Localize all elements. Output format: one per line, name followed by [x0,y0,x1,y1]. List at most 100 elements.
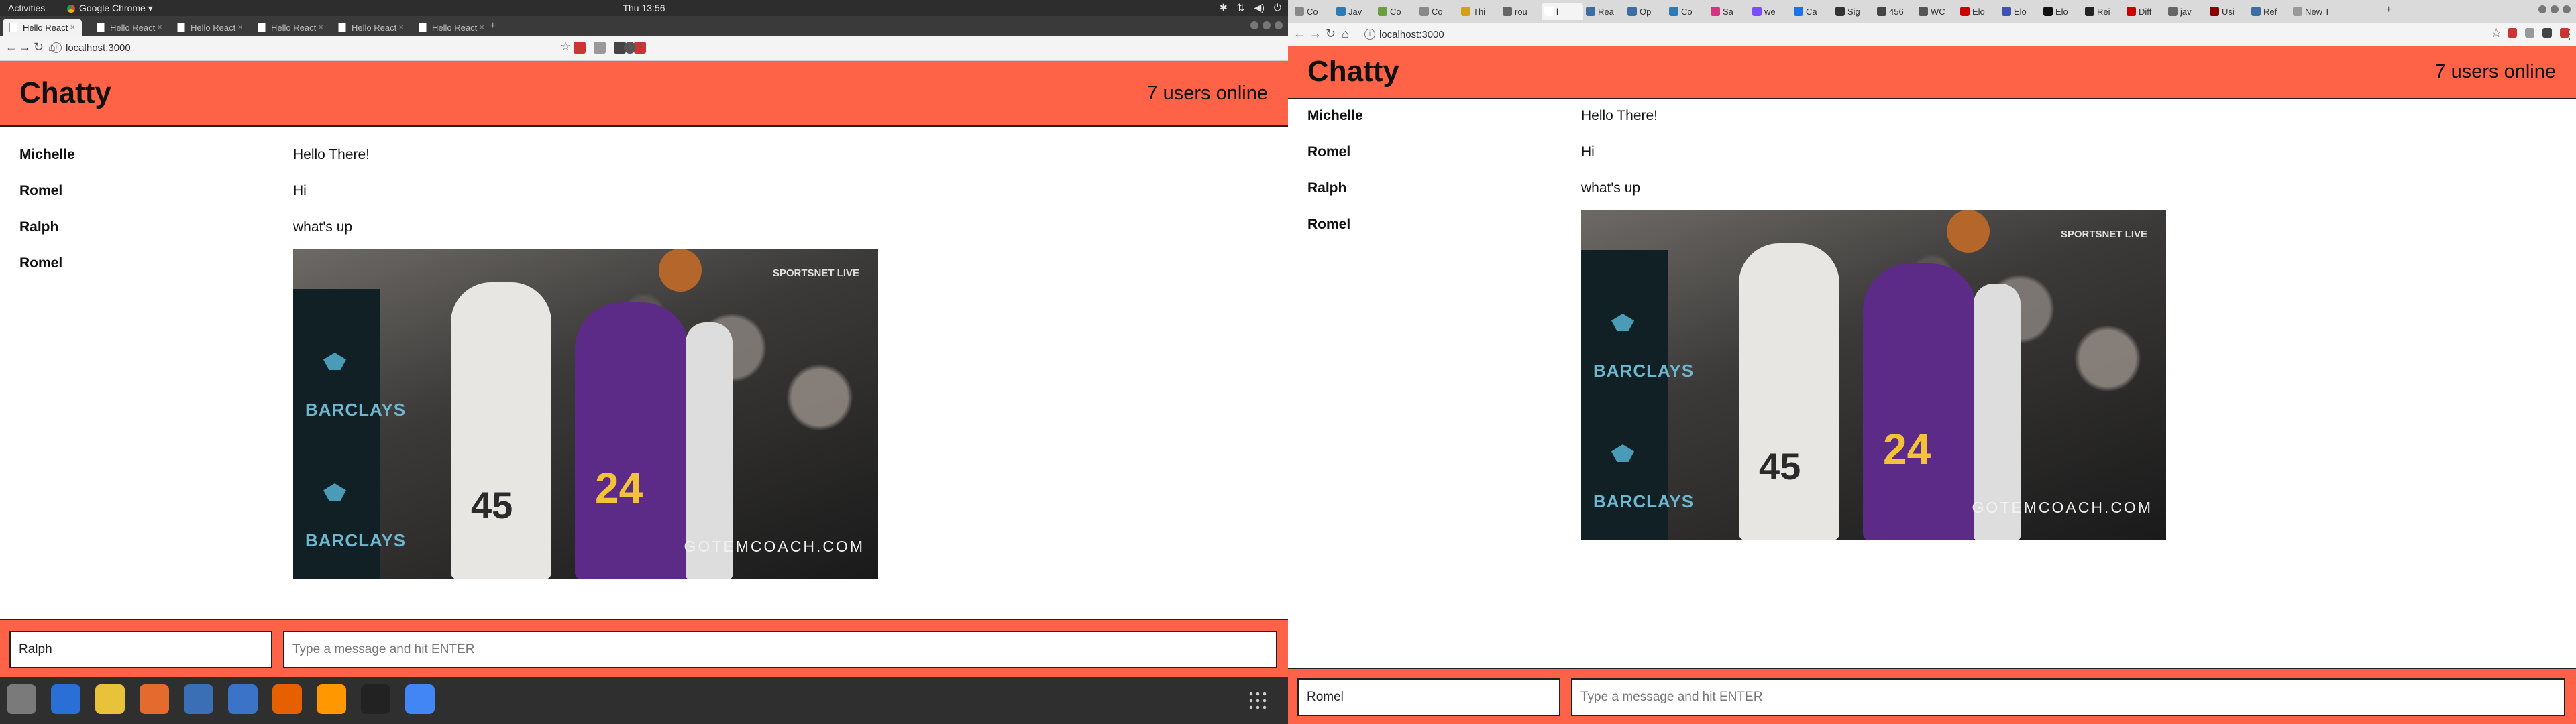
message-input[interactable] [283,630,1277,668]
pinned-tabs: Co Jav Co Co Thi rou l Rea Op Co Sa we Ca Sig 456 WC Elo… [1288,0,2332,23]
tab-label: we [1764,6,1776,17]
extension-icon[interactable] [2542,28,2552,38]
forward-button[interactable]: → [19,40,31,54]
app-grid-icon[interactable] [1248,690,1268,711]
ublock-icon[interactable] [574,42,586,54]
extension-icon[interactable] [2508,28,2517,38]
new-tab-button[interactable]: + [490,20,496,32]
chrome-menu-icon[interactable]: ⋮ [2563,25,2576,42]
maximize-button[interactable] [1263,21,1271,29]
brand[interactable]: Chatty [19,76,111,110]
terminal-icon[interactable] [361,684,390,714]
close-icon[interactable]: × [237,22,243,32]
address-bar[interactable]: i localhost:3000 [1355,26,2482,42]
browser-tab[interactable]: Co [1292,3,1334,20]
tab-favicon-icon [1835,7,1845,16]
bookmark-star-icon[interactable]: ☆ [560,40,571,54]
browser-tab[interactable]: l [1542,3,1583,20]
rhythmbox-icon[interactable] [95,684,125,714]
tab-label: Hello React [271,22,317,33]
help-icon[interactable] [228,684,258,714]
browser-tab[interactable]: jav [2165,3,2207,20]
minimize-button[interactable] [2538,5,2546,13]
chrome-dock-icon[interactable] [405,684,435,714]
browser-tab[interactable]: Co [1375,3,1417,20]
close-icon[interactable]: × [157,22,162,32]
brand[interactable]: Chatty [1307,55,1399,88]
network-icon: ⇅ [1236,2,1245,13]
reload-button[interactable]: ↻ [1326,27,1336,41]
browser-tab[interactable]: Ca [1791,3,1833,20]
close-icon[interactable]: × [318,22,323,32]
files-icon[interactable] [7,684,36,714]
close-icon[interactable]: × [70,22,75,32]
tab-favicon-icon [2002,7,2011,16]
libreoffice-icon[interactable] [184,684,213,714]
browser-tab[interactable]: Sa [1708,3,1750,20]
info-icon[interactable]: i [51,42,62,53]
browser-tab[interactable]: Ref [2249,3,2290,20]
minimize-button[interactable] [1250,21,1258,29]
tab-favicon-icon [1586,7,1595,16]
browser-tab[interactable]: Thi [1458,3,1500,20]
browser-tab[interactable]: Rei [2082,3,2124,20]
browser-tab[interactable]: Co [1666,3,1708,20]
browser-tab[interactable]: Op [1625,3,1666,20]
close-icon[interactable]: × [479,22,484,32]
browser-tab[interactable]: we [1750,3,1791,20]
browser-tab[interactable]: Usi [2207,3,2249,20]
message-content: Hi [1581,144,1595,160]
browser-tab[interactable]: Elo [1999,3,2041,20]
browser-tab[interactable]: rou [1500,3,1542,20]
home-button[interactable]: ⌂ [1342,27,1349,41]
tab-hello-react-1[interactable]: Hello React × [3,19,82,36]
tab-favicon-icon [1295,7,1304,16]
broadcaster-logo: SPORTSNET LIVE [772,267,859,279]
tab-label: Rea [1598,6,1614,17]
tab-hello-react-5[interactable]: Hello React × [331,19,411,36]
browser-tab[interactable]: WC [1916,3,1957,20]
software-icon[interactable] [140,684,169,714]
url-text: localhost:3000 [66,42,131,54]
sublime-icon[interactable] [317,684,346,714]
browser-tab[interactable]: New T [2290,3,2332,20]
tab-hello-react-3[interactable]: Hello React × [170,19,250,36]
browser-tab[interactable]: Jav [1334,3,1375,20]
tab-hello-react-6[interactable]: Hello React × [412,19,491,36]
browser-tab[interactable]: Sig [1833,3,1874,20]
chat-bar [0,619,1288,677]
clock[interactable]: Thu 13:56 [0,3,1288,13]
browser-tab[interactable]: Diff [2124,3,2165,20]
browser-tab[interactable]: 456 [1874,3,1916,20]
tab-strip: Hello React × Hello React × Hello React … [0,16,1288,37]
info-icon[interactable]: i [1364,29,1375,40]
extension-icon[interactable] [2525,28,2534,38]
browser-tab[interactable]: Co [1417,3,1458,20]
chrome-menu-icon[interactable]: ⋮ [634,39,647,56]
tab-hello-react-2[interactable]: Hello React × [90,19,169,36]
extension-icon[interactable] [594,42,606,54]
jersey-number: 24 [1883,425,1931,473]
forward-button[interactable]: → [1309,27,1322,41]
message-input[interactable] [1571,678,2565,716]
new-tab-button[interactable]: + [2385,4,2392,16]
system-tray[interactable]: ✱ ⇅ ◀) ⏻ [1220,2,1281,13]
close-window-button[interactable] [2563,5,2571,13]
player-purple: 24 [1863,263,1977,540]
back-button[interactable]: ← [1293,27,1305,41]
tab-hello-react-4[interactable]: Hello React × [251,19,330,36]
firefox-icon[interactable] [272,684,302,714]
maximize-button[interactable] [2551,5,2559,13]
browser-tab[interactable]: Rea [1583,3,1625,20]
username-input[interactable] [9,630,272,668]
close-window-button[interactable] [1275,21,1283,29]
tab-favicon-icon [2043,7,2053,16]
browser-tab[interactable]: Elo [2041,3,2082,20]
bookmark-star-icon[interactable]: ☆ [2491,26,2502,40]
username-input[interactable] [1297,678,1560,716]
browser-tab[interactable]: Elo [1957,3,1999,20]
back-button[interactable]: ← [5,40,17,54]
thunderbird-icon[interactable] [51,684,80,714]
address-bar[interactable]: i localhost:3000 [42,40,551,56]
close-icon[interactable]: × [398,22,404,32]
